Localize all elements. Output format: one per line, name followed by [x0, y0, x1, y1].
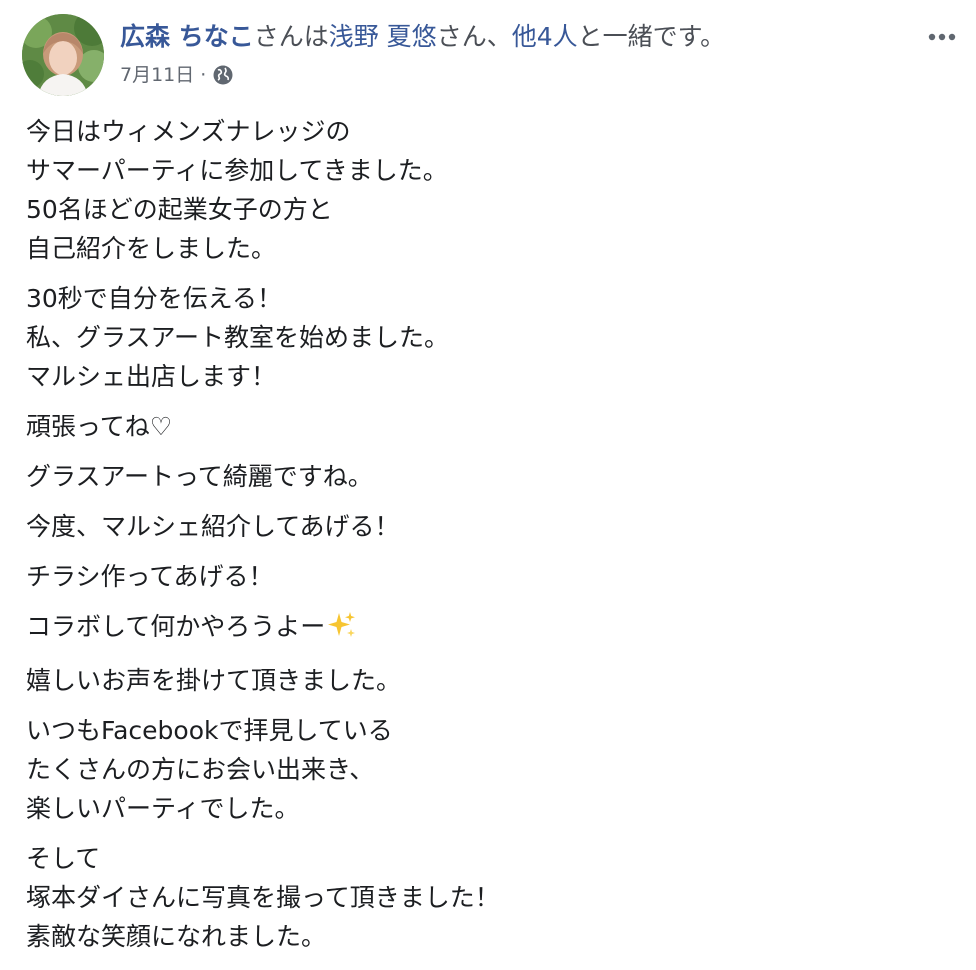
post-line: マルシェ出店します！ — [26, 362, 277, 391]
post-line-text: コラボして何かやろうよー — [26, 612, 326, 641]
post-paragraph: 嬉しいお声を掛けて頂きました。 — [26, 661, 946, 700]
post-paragraph: 頑張ってね♡ — [26, 407, 946, 446]
others-link[interactable]: 他4人 — [512, 22, 578, 51]
post-line: 頑張ってね♡ — [26, 412, 173, 441]
with-suffix-text: と一緒です。 — [577, 22, 726, 51]
post-line: 自己紹介をしました。 — [26, 234, 277, 263]
post-body: 今日はウィメンズナレッジの サマーパーティに参加してきました。 50名ほどの起業… — [26, 112, 946, 967]
post-header: 広森 ちなこさんは浅野 夏悠さん、他4人と一緒です。 7月11日 · — [22, 14, 962, 98]
post-paragraph: 30秒で自分を伝える！ 私、グラスアート教室を始めました。 マルシェ出店します！ — [26, 279, 946, 396]
ellipsis-icon — [928, 33, 956, 41]
post-paragraph: チラシ作ってあげる！ — [26, 557, 946, 596]
post-paragraph: 今日はウィメンズナレッジの サマーパーティに参加してきました。 50名ほどの起業… — [26, 112, 946, 268]
post-line: たくさんの方にお会い出来き、 — [26, 755, 375, 784]
sparkles-icon — [327, 611, 357, 650]
post-line: サマーパーティに参加してきました。 — [26, 156, 448, 185]
post-paragraph: コラボして何かやろうよー — [26, 607, 946, 650]
post-options-button[interactable] — [922, 22, 962, 52]
post-line: いつもFacebookで拝見している — [26, 716, 393, 745]
post-line: 塚本ダイさんに写真を撮って頂きました！ — [26, 883, 500, 912]
with-prefix-text: さんは — [253, 22, 329, 51]
post-line: チラシ作ってあげる！ — [26, 562, 274, 591]
post-line-with-emoji: コラボして何かやろうよー — [26, 607, 946, 650]
post-line: 30秒で自分を伝える！ — [26, 284, 283, 313]
meta-separator: · — [200, 64, 207, 86]
post-meta: 7月11日 · — [120, 62, 234, 88]
post-line: 50名ほどの起業女子の方と — [26, 195, 333, 224]
post-paragraph: いつもFacebookで拝見している たくさんの方にお会い出来き、 楽しいパーテ… — [26, 711, 946, 828]
globe-icon[interactable] — [212, 64, 234, 86]
post-line: 今度、マルシェ紹介してあげる！ — [26, 512, 400, 541]
post-paragraph: 今度、マルシェ紹介してあげる！ — [26, 507, 946, 546]
post-line: そして — [26, 844, 101, 873]
post-line: 楽しいパーティでした。 — [26, 794, 300, 823]
post-line: 素敵な笑顔になれました。 — [26, 922, 327, 951]
post-line: 嬉しいお声を掛けて頂きました。 — [26, 666, 402, 695]
tagged-person-link[interactable]: 浅野 夏悠 — [329, 22, 437, 51]
post-paragraph: そして 塚本ダイさんに写真を撮って頂きました！ 素敵な笑顔になれました。 — [26, 839, 946, 956]
post-line: 今日はウィメンズナレッジの — [26, 117, 351, 146]
with-mid-text: さん、 — [436, 22, 512, 51]
author-name-link[interactable]: 広森 ちなこ — [120, 22, 254, 51]
author-avatar[interactable] — [22, 14, 104, 96]
post-line: グラスアートって綺麗ですね。 — [26, 462, 373, 491]
post-line: 私、グラスアート教室を始めました。 — [26, 323, 450, 352]
post-header-line: 広森 ちなこさんは浅野 夏悠さん、他4人と一緒です。 — [120, 20, 725, 54]
post-paragraph: グラスアートって綺麗ですね。 — [26, 457, 946, 496]
post-date-link[interactable]: 7月11日 — [120, 62, 194, 88]
